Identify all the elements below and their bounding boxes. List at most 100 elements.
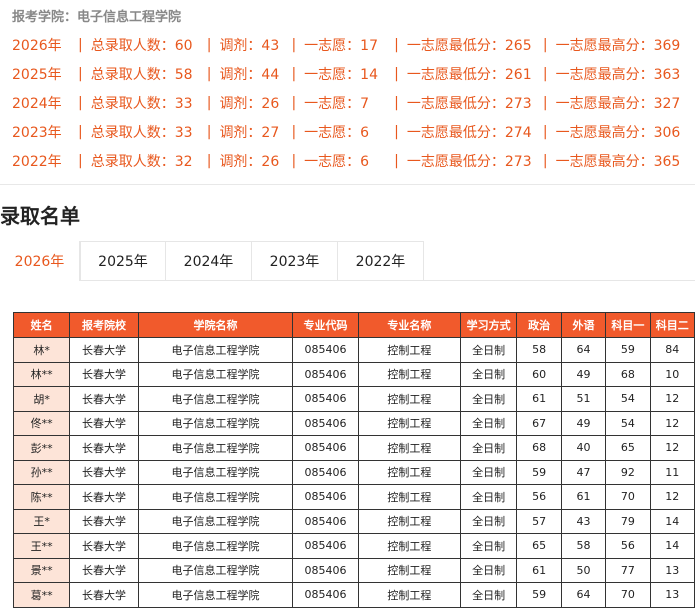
cell-college: 电子信息工程学院 [137, 386, 294, 412]
separator: | [394, 152, 399, 169]
separator: | [394, 123, 399, 140]
separator: | [291, 94, 297, 111]
table-row: 王* 长春大学 电子信息工程学院 085406 控制工程 全日制 57 43 79 14 [12, 508, 695, 534]
cell-language: 50 [560, 557, 607, 583]
separator: | [542, 152, 548, 169]
separator: | [394, 65, 399, 82]
col-header-name[interactable]: 姓名 [12, 312, 71, 338]
cell-language: 61 [560, 484, 607, 510]
cell-major-code: 085406 [292, 459, 359, 485]
table-row: 林* 长春大学 电子信息工程学院 085406 控制工程 全日制 58 64 59 84 [12, 337, 695, 363]
cell-politics: 61 [516, 386, 562, 412]
cell-name: 林** [12, 361, 71, 387]
cell-subject-2: 11 [649, 459, 695, 485]
separator: | [291, 123, 297, 140]
year-tabs: 2026年 2025年 2024年 2023年 2022年 [0, 241, 424, 281]
cell-name: 佟** [12, 410, 71, 436]
cell-school: 长春大学 [69, 484, 139, 510]
cell-school: 长春大学 [69, 435, 139, 461]
tab-2023[interactable]: 2023年 [252, 241, 338, 281]
stat-max-score: 一志愿最高分：369 [555, 37, 681, 54]
cell-study-mode: 全日制 [459, 533, 518, 559]
cell-name: 王* [12, 508, 71, 534]
tab-2024[interactable]: 2024年 [166, 241, 252, 281]
cell-major-name: 控制工程 [357, 459, 461, 485]
stat-adjust: 调剂：44 [219, 66, 280, 83]
table-row: 景** 长春大学 电子信息工程学院 085406 控制工程 全日制 61 50 77 13 [12, 557, 695, 583]
stat-adjust: 调剂：43 [219, 37, 280, 54]
cell-school: 长春大学 [69, 361, 139, 387]
table-row: 王** 长春大学 电子信息工程学院 085406 控制工程 全日制 65 58 56 14 [12, 533, 695, 559]
cell-name: 孙** [12, 459, 71, 485]
cell-politics: 59 [516, 459, 562, 485]
cell-college: 电子信息工程学院 [137, 435, 294, 461]
col-header-language[interactable]: 外语 [560, 312, 607, 338]
separator: | [291, 36, 297, 53]
cell-study-mode: 全日制 [459, 386, 518, 412]
cell-college: 电子信息工程学院 [137, 484, 294, 510]
cell-subject-2: 10 [649, 361, 695, 387]
cell-school: 长春大学 [69, 459, 139, 485]
table-row: 林** 长春大学 电子信息工程学院 085406 控制工程 全日制 60 49 68 10 [12, 361, 695, 387]
cell-school: 长春大学 [69, 508, 139, 534]
divider [0, 184, 695, 185]
separator: | [206, 65, 212, 82]
stat-first-choice: 一志愿：6 [304, 153, 370, 170]
stat-min-score: 一志愿最低分：261 [406, 66, 532, 83]
cell-study-mode: 全日制 [459, 337, 518, 363]
stat-min-score: 一志愿最低分：273 [406, 153, 532, 170]
stat-first-choice: 一志愿：6 [304, 124, 370, 141]
cell-subject-1: 54 [605, 386, 651, 412]
separator: | [394, 36, 399, 53]
cell-name: 林* [12, 337, 71, 363]
cell-subject-1: 77 [605, 557, 651, 583]
stat-total: 总录取人数：33 [90, 124, 193, 141]
separator: | [78, 152, 83, 169]
cell-name: 景** [12, 557, 71, 583]
separator: | [206, 123, 212, 140]
cell-subject-1: 70 [605, 582, 651, 608]
separator: | [394, 94, 399, 111]
cell-name: 葛** [12, 582, 71, 608]
admission-stats: 2026年 | 总录取人数：60 | 调剂：43 | 一志愿：17 | 一志愿最低分：2… [12, 30, 695, 175]
table-row: 彭** 长春大学 电子信息工程学院 085406 控制工程 全日制 68 40 65 12 [12, 435, 695, 461]
stat-row: 2023年 | 总录取人数：33 | 调剂：27 | 一志愿：6 | 一志愿最低分：27… [12, 117, 695, 146]
cell-politics: 68 [516, 435, 562, 461]
tab-underline [80, 280, 695, 281]
separator: | [206, 94, 212, 111]
col-header-subject-2[interactable]: 科目二 [649, 312, 695, 338]
table-body: 林* 长春大学 电子信息工程学院 085406 控制工程 全日制 58 64 59 84 林** 长春… [12, 337, 695, 608]
col-header-major-code[interactable]: 专业代码 [292, 312, 359, 338]
cell-major-code: 085406 [292, 533, 359, 559]
tab-2025[interactable]: 2025年 [80, 241, 166, 281]
stat-max-score: 一志愿最高分：306 [555, 124, 681, 141]
col-header-school[interactable]: 报考院校 [69, 312, 139, 338]
cell-major-name: 控制工程 [357, 508, 461, 534]
cell-subject-1: 70 [605, 484, 651, 510]
col-header-major-name[interactable]: 专业名称 [357, 312, 461, 338]
table-row: 陈** 长春大学 电子信息工程学院 085406 控制工程 全日制 56 61 70 12 [12, 484, 695, 510]
tab-2022[interactable]: 2022年 [338, 241, 424, 281]
separator: | [78, 36, 83, 53]
stat-max-score: 一志愿最高分：365 [555, 153, 681, 170]
section-title: 录取名单 [0, 204, 80, 228]
cell-politics: 59 [516, 582, 562, 608]
cell-subject-2: 14 [649, 508, 695, 534]
cell-subject-1: 92 [605, 459, 651, 485]
col-header-college[interactable]: 学院名称 [137, 312, 294, 338]
col-header-politics[interactable]: 政治 [516, 312, 562, 338]
cell-school: 长春大学 [69, 533, 139, 559]
tab-2026[interactable]: 2026年 [0, 241, 80, 281]
cell-school: 长春大学 [69, 337, 139, 363]
separator: | [291, 65, 297, 82]
cell-study-mode: 全日制 [459, 508, 518, 534]
cell-language: 64 [560, 337, 607, 363]
cell-language: 49 [560, 410, 607, 436]
stat-row: 2025年 | 总录取人数：58 | 调剂：44 | 一志愿：14 | 一志愿最低分：2… [12, 59, 695, 88]
col-header-study-mode[interactable]: 学习方式 [459, 312, 518, 338]
cell-major-code: 085406 [292, 582, 359, 608]
cell-subject-1: 54 [605, 410, 651, 436]
cell-subject-2: 12 [649, 410, 695, 436]
col-header-subject-1[interactable]: 科目一 [605, 312, 651, 338]
college-label: 报考学院：电子信息工程学院 [12, 10, 182, 25]
